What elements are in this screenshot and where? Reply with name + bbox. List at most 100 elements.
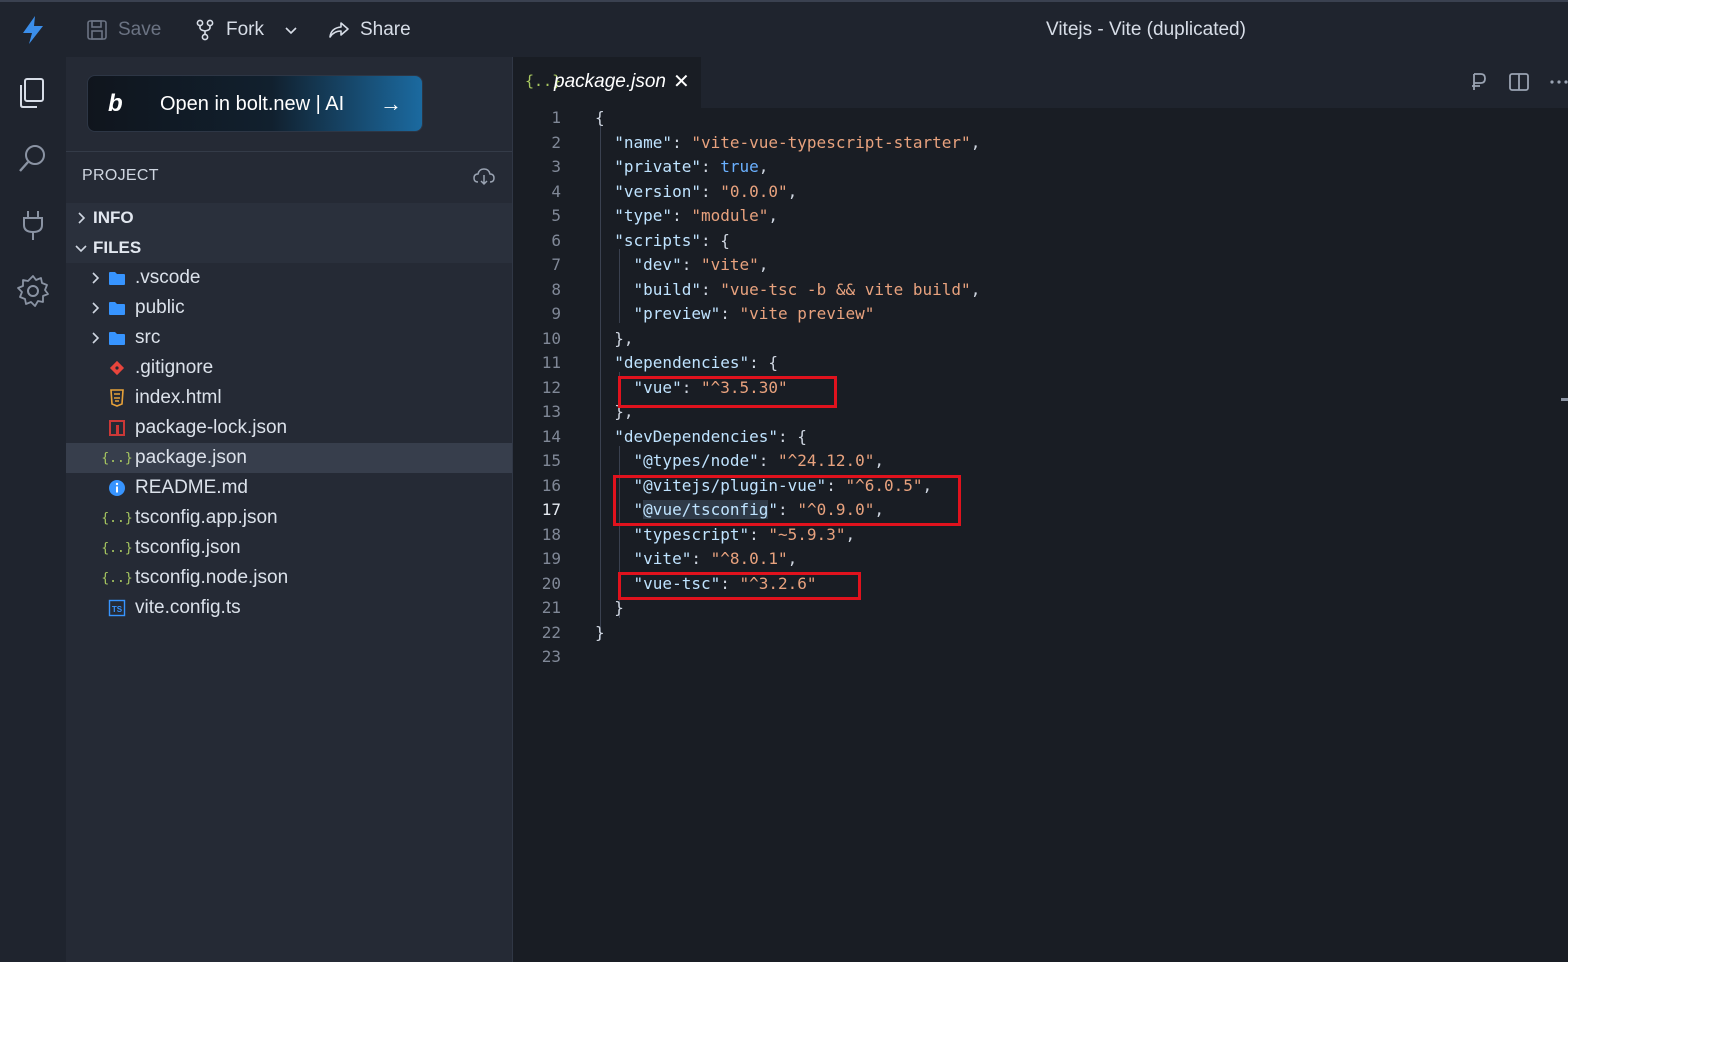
line-number: 21 — [541, 598, 561, 617]
split-editor-icon[interactable] — [1508, 71, 1530, 93]
file-item[interactable]: package-lock.json — [66, 413, 512, 443]
code-line-19: "vite": "^8.0.1", — [633, 549, 798, 568]
code-editor: {..} package.json ✕ 1 2 3 4 5 6 7 8 9 10 11 12 13 14 1… — [512, 57, 1568, 962]
plug-extensions-icon[interactable] — [15, 207, 51, 243]
highlight-box-vue-tsc — [618, 572, 861, 600]
tab-label: package.json — [554, 71, 666, 92]
save-label: Save — [118, 19, 162, 40]
project-sidebar: b Open in bolt.new | AI → PROJECT INFO F… — [66, 57, 512, 962]
code-line-3: "private": true, — [614, 157, 769, 176]
line-number: 7 — [551, 255, 561, 274]
search-icon[interactable] — [15, 141, 51, 177]
file-item[interactable]: public — [66, 293, 512, 323]
file-name: package-lock.json — [135, 417, 288, 438]
svg-text:TS: TS — [112, 605, 123, 614]
app-window: Save Fork Share Vitejs - Vite (duplicate… — [0, 0, 1724, 1058]
file-name: .vscode — [135, 267, 201, 288]
line-number: 4 — [551, 182, 561, 201]
code-line-1: { — [595, 108, 605, 127]
line-number: 1 — [551, 108, 561, 127]
background-margin-right — [1568, 0, 1724, 1058]
html5-icon — [108, 389, 126, 407]
save-icon — [87, 20, 107, 40]
line-number: 9 — [551, 304, 561, 323]
line-number: 19 — [541, 549, 561, 568]
file-item[interactable]: index.html — [66, 383, 512, 413]
share-button[interactable]: Share — [328, 15, 411, 45]
file-item[interactable]: .gitignore — [66, 353, 512, 383]
code-line-22: } — [595, 623, 605, 642]
folder-icon — [108, 329, 126, 347]
npm-icon — [108, 419, 126, 437]
file-name: .gitignore — [135, 357, 214, 378]
file-item[interactable]: README.md — [66, 473, 512, 503]
fork-dropdown-chevron-icon[interactable] — [284, 25, 298, 37]
line-number: 17 — [541, 500, 561, 519]
editor-tab-bar: {..} package.json ✕ — [513, 57, 1568, 108]
chevron-right-icon — [92, 302, 100, 314]
stackblitz-logo-icon[interactable] — [18, 14, 48, 46]
chevron-right-icon — [78, 212, 86, 224]
cloud-download-icon[interactable] — [472, 165, 496, 189]
chevron-right-icon — [92, 332, 100, 344]
file-item[interactable]: TS vite.config.ts — [66, 593, 512, 623]
more-actions-icon[interactable] — [1548, 71, 1568, 93]
line-number: 15 — [541, 451, 561, 470]
file-item[interactable]: src — [66, 323, 512, 353]
json-icon: {..} — [101, 510, 133, 526]
code-line-9: "preview": "vite preview" — [633, 304, 875, 323]
code-line-21: } — [595, 598, 624, 617]
share-label: Share — [360, 19, 411, 40]
file-item[interactable]: {..} tsconfig.node.json — [66, 563, 512, 593]
fork-icon — [196, 19, 214, 41]
file-name: vite.config.ts — [135, 597, 241, 618]
code-line-5: "type": "module", — [614, 206, 779, 225]
line-number: 12 — [541, 378, 561, 397]
file-name: package.json — [135, 447, 247, 468]
file-item[interactable]: {..} tsconfig.json — [66, 533, 512, 563]
fork-button[interactable]: Fork — [194, 15, 264, 45]
background-margin-bottom — [0, 962, 1724, 1058]
line-number: 13 — [541, 402, 561, 421]
line-number: 16 — [541, 476, 561, 495]
file-name: tsconfig.node.json — [135, 567, 289, 588]
chevron-down-icon — [75, 245, 87, 253]
line-number: 14 — [541, 427, 561, 446]
chevron-right-icon — [92, 272, 100, 284]
file-item[interactable]: {..} tsconfig.app.json — [66, 503, 512, 533]
file-item[interactable]: {..} package.json — [66, 443, 512, 473]
git-icon — [108, 359, 126, 377]
file-item[interactable]: .vscode — [66, 263, 512, 293]
json-icon: {..} — [101, 540, 133, 556]
code-line-7: "dev": "vite", — [633, 255, 769, 274]
share-icon — [329, 22, 349, 38]
code-line-8: "build": "vue-tsc -b && vite build", — [633, 280, 981, 299]
preview-icon[interactable] — [1468, 71, 1490, 93]
project-header: PROJECT — [82, 167, 159, 184]
info-icon — [108, 479, 126, 497]
file-name: public — [135, 297, 185, 318]
tab-package-json[interactable]: {..} package.json ✕ — [513, 57, 701, 108]
highlight-box-vite-plugins — [613, 475, 961, 526]
section-files-label: FILES — [93, 238, 142, 257]
section-files[interactable]: FILES — [66, 233, 512, 263]
arrow-right-icon: → — [380, 91, 402, 116]
code-line-4: "version": "0.0.0", — [614, 182, 798, 201]
line-number: 22 — [541, 623, 561, 642]
fork-label: Fork — [226, 19, 264, 40]
folder-icon — [108, 269, 126, 287]
typescript-icon: TS — [108, 599, 126, 617]
bolt-logo-icon: b — [108, 90, 123, 117]
line-number: 23 — [541, 647, 561, 666]
explorer-files-icon[interactable] — [15, 75, 51, 111]
close-tab-icon[interactable]: ✕ — [673, 69, 690, 94]
line-number: 10 — [541, 329, 561, 348]
open-in-bolt-button[interactable]: b Open in bolt.new | AI → — [87, 75, 423, 132]
settings-gear-icon[interactable] — [15, 273, 51, 309]
folder-icon — [108, 299, 126, 317]
section-info-label: INFO — [93, 208, 134, 227]
section-info[interactable]: INFO — [66, 203, 512, 233]
code-area[interactable]: 1 2 3 4 5 6 7 8 9 10 11 12 13 14 15 16 17 18 19 20 21 22 23 { … — [513, 108, 1568, 962]
save-button[interactable]: Save — [86, 15, 161, 45]
scrollbar-marker[interactable] — [1561, 398, 1568, 401]
